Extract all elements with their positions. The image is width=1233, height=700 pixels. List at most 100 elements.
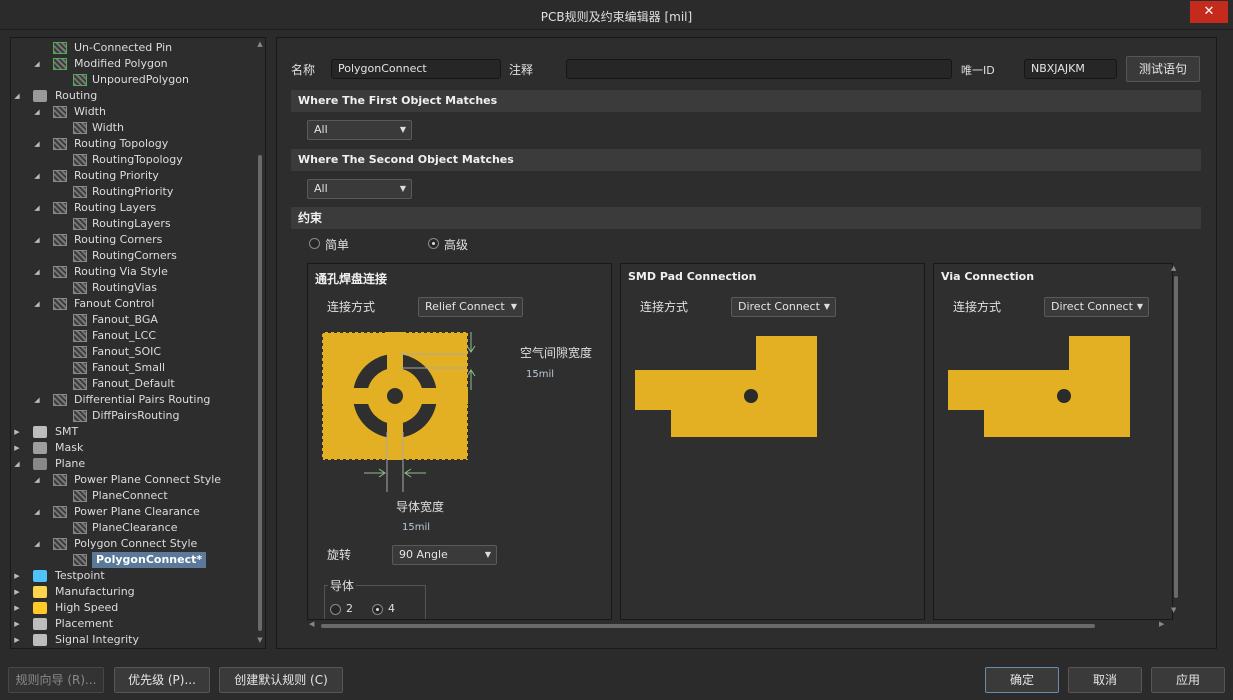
tree-item[interactable]: ◢ Routing Corners (11, 232, 251, 248)
tree-item[interactable]: ▶ High Speed (11, 600, 251, 616)
tree-item[interactable]: PolygonConnect* (11, 552, 251, 568)
unique-id-input[interactable]: NBXJAJKM (1024, 59, 1117, 79)
expand-icon[interactable]: ▶ (12, 632, 22, 648)
collapse-icon[interactable]: ◢ (32, 136, 42, 152)
tree-item[interactable]: Fanout_SOIC (11, 344, 251, 360)
scrollbar-thumb[interactable] (321, 624, 1095, 628)
scroll-down-icon[interactable]: ▼ (256, 636, 264, 644)
air-gap-value[interactable]: 15mil (526, 369, 554, 380)
conductors-2-radio[interactable] (330, 604, 341, 615)
tree-item[interactable]: ◢ Differential Pairs Routing (11, 392, 251, 408)
tree-item[interactable]: ◢ Polygon Connect Style (11, 536, 251, 552)
create-default-rules-button[interactable]: 创建默认规则 (C) (219, 667, 343, 693)
tree-item[interactable]: RoutingTopology (11, 152, 251, 168)
close-button[interactable]: ✕ (1190, 1, 1228, 23)
tree-item[interactable]: Fanout_Small (11, 360, 251, 376)
collapse-icon[interactable]: ◢ (32, 200, 42, 216)
tree-item[interactable]: Un-Connected Pin (11, 40, 251, 56)
scroll-left-icon[interactable]: ◀ (309, 620, 314, 628)
rotation-dropdown[interactable]: 90 Angle ▼ (392, 545, 497, 565)
tree-item[interactable]: RoutingLayers (11, 216, 251, 232)
first-object-dropdown[interactable]: All ▼ (307, 120, 412, 140)
tree-item[interactable]: ◢ Fanout Control (11, 296, 251, 312)
tree-item[interactable]: UnpouredPolygon (11, 72, 251, 88)
th-connect-dropdown[interactable]: Relief Connect ▼ (418, 297, 523, 317)
scroll-up-icon[interactable]: ▲ (1171, 264, 1176, 272)
expand-icon[interactable]: ▶ (12, 616, 22, 632)
tree-item[interactable]: ◢ Routing Priority (11, 168, 251, 184)
collapse-icon[interactable]: ◢ (32, 392, 42, 408)
collapse-icon[interactable]: ◢ (32, 504, 42, 520)
tree-item[interactable]: ◢ Width (11, 104, 251, 120)
name-label: 名称 (291, 63, 316, 77)
tree-item[interactable]: PlaneConnect (11, 488, 251, 504)
expand-icon[interactable]: ▶ (12, 440, 22, 456)
cancel-button[interactable]: 取消 (1068, 667, 1142, 693)
tree-item[interactable]: ◢ Power Plane Connect Style (11, 472, 251, 488)
tree-item[interactable]: ▶ Manufacturing (11, 584, 251, 600)
tree-item-label: Polygon Connect Style (74, 537, 198, 550)
priorities-button[interactable]: 优先级 (P)... (114, 667, 210, 693)
tree-scrollbar[interactable]: ▲ ▼ (256, 40, 264, 646)
expand-icon[interactable]: ▶ (12, 584, 22, 600)
conductor-width-value[interactable]: 15mil (402, 522, 430, 533)
scrollbar-thumb[interactable] (1174, 276, 1178, 598)
collapse-icon[interactable]: ◢ (32, 104, 42, 120)
comment-input[interactable] (566, 59, 952, 79)
tree-item[interactable]: ▶ Signal Integrity (11, 632, 251, 648)
tree-item[interactable]: RoutingCorners (11, 248, 251, 264)
tree-item[interactable]: RoutingPriority (11, 184, 251, 200)
scrollbar-thumb[interactable] (258, 155, 262, 631)
tree-item-label: Plane (55, 457, 86, 470)
test-query-button[interactable]: 测试语句 (1126, 56, 1200, 82)
tree-item[interactable]: Fanout_BGA (11, 312, 251, 328)
conductors-2-label: 2 (346, 602, 353, 615)
collapse-icon[interactable]: ◢ (32, 536, 42, 552)
tree-item[interactable]: Fanout_Default (11, 376, 251, 392)
smd-connect-dropdown[interactable]: Direct Connect ▼ (731, 297, 836, 317)
tree-item[interactable]: ◢ Power Plane Clearance (11, 504, 251, 520)
collapse-icon[interactable]: ◢ (32, 264, 42, 280)
panels-hscroll[interactable]: ◀ ▶ (309, 620, 1185, 632)
conductors-4-radio[interactable] (372, 604, 383, 615)
rule-wizard-button[interactable]: 规则向导 (R)... (8, 667, 104, 693)
collapse-icon[interactable]: ◢ (32, 168, 42, 184)
panels-vscroll[interactable]: ▲ ▼ (1171, 264, 1183, 618)
tree-item[interactable]: ◢ Routing Layers (11, 200, 251, 216)
via-connect-dropdown[interactable]: Direct Connect ▼ (1044, 297, 1149, 317)
tree-item[interactable]: DiffPairsRouting (11, 408, 251, 424)
scroll-right-icon[interactable]: ▶ (1159, 620, 1164, 628)
simple-mode-radio[interactable] (309, 238, 320, 249)
scroll-up-icon[interactable]: ▲ (256, 40, 264, 48)
collapse-icon[interactable]: ◢ (12, 456, 22, 472)
tree-item[interactable]: ◢ Routing (11, 88, 251, 104)
apply-button[interactable]: 应用 (1151, 667, 1225, 693)
ok-button[interactable]: 确定 (985, 667, 1059, 693)
collapse-icon[interactable]: ◢ (12, 88, 22, 104)
second-object-dropdown[interactable]: All ▼ (307, 179, 412, 199)
tree-item[interactable]: ◢ Routing Topology (11, 136, 251, 152)
high-speed-icon (33, 602, 47, 614)
collapse-icon[interactable]: ◢ (32, 472, 42, 488)
tree-item[interactable]: Width (11, 120, 251, 136)
tree-item[interactable]: Fanout_LCC (11, 328, 251, 344)
tree-item[interactable]: ◢ Routing Via Style (11, 264, 251, 280)
collapse-icon[interactable]: ◢ (32, 232, 42, 248)
tree-item[interactable]: ▶ SMT (11, 424, 251, 440)
tree-item[interactable]: PlaneClearance (11, 520, 251, 536)
scroll-down-icon[interactable]: ▼ (1171, 606, 1176, 614)
tree-item[interactable]: ▶ Testpoint (11, 568, 251, 584)
tree-item[interactable]: ▶ Mask (11, 440, 251, 456)
tree-item[interactable]: ◢ Modified Polygon (11, 56, 251, 72)
name-input[interactable]: PolygonConnect (331, 59, 501, 79)
tree-item[interactable]: ▶ Placement (11, 616, 251, 632)
collapse-icon[interactable]: ◢ (32, 296, 42, 312)
collapse-icon[interactable]: ◢ (32, 56, 42, 72)
tree-item[interactable]: ◢ Plane (11, 456, 251, 472)
advanced-mode-radio[interactable] (428, 238, 439, 249)
expand-icon[interactable]: ▶ (12, 568, 22, 584)
manufacturing-icon (33, 586, 47, 598)
expand-icon[interactable]: ▶ (12, 600, 22, 616)
tree-item[interactable]: RoutingVias (11, 280, 251, 296)
expand-icon[interactable]: ▶ (12, 424, 22, 440)
